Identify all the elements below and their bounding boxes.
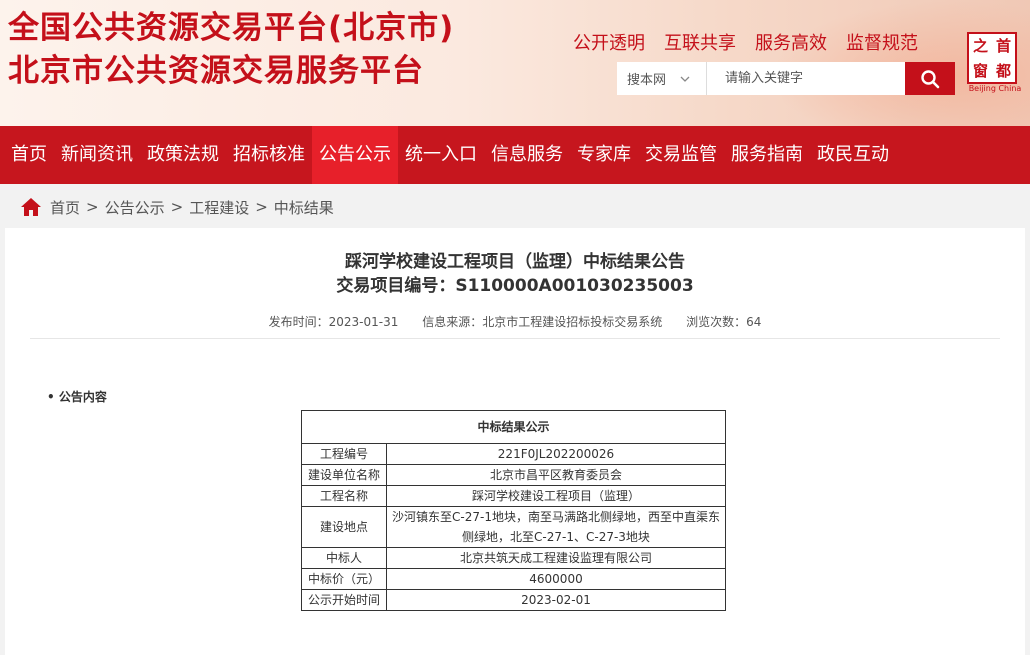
slogan-1: 公开透明 [573, 33, 645, 54]
table-header: 中标结果公示 [301, 410, 726, 444]
logo-box: 之 首 窗 都 [967, 32, 1017, 84]
slogans: 公开透明 互联共享 服务高效 监督规范 [573, 31, 918, 57]
logo-char: 之 [972, 37, 988, 55]
publish-time: 发布时间：2023-01-31 [268, 315, 399, 329]
row-key: 工程名称 [301, 485, 387, 507]
row-value: 2023-02-01 [386, 589, 726, 611]
result-table: 中标结果公示 工程编号 221F0JL202200026 建设单位名称 北京市昌… [301, 410, 726, 611]
slogan-2: 互联共享 [664, 33, 736, 54]
nav-item-announcements[interactable]: 公告公示 [312, 126, 398, 184]
row-key: 公示开始时间 [301, 589, 387, 611]
table-header-row: 中标结果公示 [301, 410, 726, 444]
breadcrumb-engineering[interactable]: 工程建设 [189, 197, 249, 218]
breadcrumb-separator: > [86, 198, 99, 216]
breadcrumb-award-results[interactable]: 中标结果 [274, 197, 334, 218]
logo-char: 首 [995, 37, 1011, 55]
site-title-line2: 北京市公共资源交易服务平台 [8, 53, 424, 89]
row-key: 建设单位名称 [301, 464, 387, 486]
article-title: 踩河学校建设工程项目（监理）中标结果公告 [345, 252, 685, 272]
capital-window-logo[interactable]: 之 首 窗 都 Beijing China [967, 32, 1023, 94]
row-value: 4600000 [386, 568, 726, 590]
search-button[interactable] [905, 62, 955, 95]
row-value: 踩河学校建设工程项目（监理） [386, 485, 726, 507]
breadcrumb: 首页 > 公告公示 > 工程建设 > 中标结果 [20, 196, 334, 218]
table-row: 工程名称 踩河学校建设工程项目（监理） [301, 485, 726, 507]
breadcrumb-separator: > [255, 198, 268, 216]
table-row: 建设地点 沙河镇东至C-27-1地块，南至马满路北侧绿地，西至中直渠东侧绿地，北… [301, 506, 726, 548]
logo-char: 都 [995, 62, 1011, 80]
search-icon [921, 69, 940, 88]
table-row: 中标人 北京共筑天成工程建设监理有限公司 [301, 547, 726, 569]
search-input[interactable] [707, 62, 905, 95]
project-code: 交易项目编号：S110000A001030235003 [336, 276, 694, 296]
logo-english: Beijing China [968, 84, 1022, 93]
divider [30, 338, 1000, 339]
row-key: 工程编号 [301, 443, 387, 465]
row-key: 中标价（元） [301, 568, 387, 590]
nav-item-bidding-approval[interactable]: 招标核准 [226, 126, 312, 184]
search-scope-select[interactable]: 搜本网 [617, 62, 707, 95]
slogan-4: 监督规范 [846, 33, 918, 54]
row-key: 中标人 [301, 547, 387, 569]
site-header: 全国公共资源交易平台(北京市) 北京市公共资源交易服务平台 公开透明 互联共享 … [0, 0, 1030, 126]
site-title-line1: 全国公共资源交易平台(北京市) [8, 10, 455, 46]
nav-item-supervision[interactable]: 交易监管 [638, 126, 724, 184]
nav-item-info-service[interactable]: 信息服务 [484, 126, 570, 184]
nav-item-home[interactable]: 首页 [4, 126, 54, 184]
table-row: 工程编号 221F0JL202200026 [301, 443, 726, 465]
slogan-3: 服务高效 [755, 33, 827, 54]
home-icon[interactable] [20, 197, 42, 217]
search-scope-label: 搜本网 [627, 73, 667, 88]
nav-item-expert-db[interactable]: 专家库 [570, 126, 638, 184]
chevron-down-icon [680, 76, 690, 82]
view-count: 浏览次数：64 [686, 315, 762, 329]
breadcrumb-home[interactable]: 首页 [50, 197, 80, 218]
row-value: 沙河镇东至C-27-1地块，南至马满路北侧绿地，西至中直渠东侧绿地，北至C-27… [386, 506, 726, 548]
section-label: • 公告内容 [47, 390, 107, 404]
row-value: 221F0JL202200026 [386, 443, 726, 465]
nav-item-interaction[interactable]: 政民互动 [810, 126, 896, 184]
article-panel: 踩河学校建设工程项目（监理）中标结果公告 交易项目编号：S110000A0010… [5, 228, 1025, 655]
nav-item-news[interactable]: 新闻资讯 [54, 126, 140, 184]
main-nav: 首页 新闻资讯 政策法规 招标核准 公告公示 统一入口 信息服务 专家库 交易监… [0, 126, 1030, 184]
breadcrumb-announcements[interactable]: 公告公示 [105, 197, 165, 218]
table-row: 公示开始时间 2023-02-01 [301, 589, 726, 611]
breadcrumb-separator: > [170, 198, 184, 216]
logo-char: 窗 [972, 62, 988, 80]
nav-item-policy[interactable]: 政策法规 [140, 126, 226, 184]
article-meta: 发布时间：2023-01-31 信息来源：北京市工程建设招标投标交易系统 浏览次… [5, 312, 1025, 332]
row-value: 北京市昌平区教育委员会 [386, 464, 726, 486]
table-row: 中标价（元） 4600000 [301, 568, 726, 590]
nav-item-service-guide[interactable]: 服务指南 [724, 126, 810, 184]
table-row: 建设单位名称 北京市昌平区教育委员会 [301, 464, 726, 486]
info-source: 信息来源：北京市工程建设招标投标交易系统 [422, 315, 663, 329]
row-key: 建设地点 [301, 506, 387, 548]
row-value: 北京共筑天成工程建设监理有限公司 [386, 547, 726, 569]
nav-item-unified-entry[interactable]: 统一入口 [398, 126, 484, 184]
search-bar: 搜本网 [617, 62, 955, 95]
